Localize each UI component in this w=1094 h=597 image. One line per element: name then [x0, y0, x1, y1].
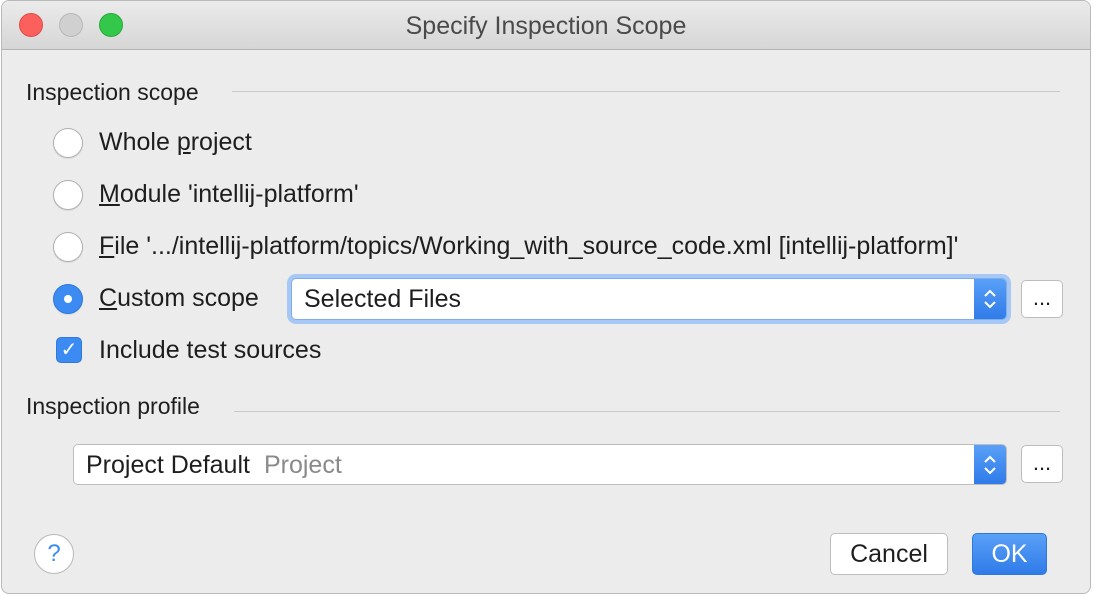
- whole-project-radio[interactable]: [53, 128, 83, 158]
- custom-scope-browse-button[interactable]: ...: [1021, 280, 1063, 318]
- file-radio[interactable]: [53, 232, 83, 262]
- whole-project-label[interactable]: Whole project: [99, 128, 252, 157]
- select-arrows-icon: [974, 279, 1006, 319]
- select-arrows-icon: [974, 445, 1006, 484]
- module-radio[interactable]: [53, 180, 83, 210]
- module-label[interactable]: Module 'intellij-platform': [99, 180, 359, 209]
- include-test-sources-label[interactable]: Include test sources: [99, 336, 321, 365]
- custom-scope-label[interactable]: Custom scope: [99, 284, 259, 313]
- inspection-scope-heading: Inspection scope: [26, 79, 199, 105]
- inspection-profile-heading: Inspection profile: [26, 393, 200, 419]
- title-bar: Specify Inspection Scope: [2, 1, 1090, 50]
- include-test-sources-checkbox[interactable]: ✓: [56, 337, 82, 363]
- inspection-profile-value: Project Default Project: [86, 451, 342, 479]
- custom-scope-value: Selected Files: [304, 285, 462, 313]
- section-divider: [234, 411, 1060, 412]
- custom-scope-radio[interactable]: [53, 284, 83, 314]
- window-title: Specify Inspection Scope: [405, 12, 687, 40]
- custom-scope-select[interactable]: Selected Files: [291, 278, 1007, 320]
- inspection-profile-select[interactable]: Project Default Project: [73, 444, 1007, 485]
- ok-button[interactable]: OK: [972, 533, 1047, 575]
- section-divider: [232, 91, 1060, 92]
- dialog-window: Specify Inspection Scope Inspection scop…: [1, 0, 1091, 594]
- help-button[interactable]: ?: [34, 534, 74, 574]
- file-label[interactable]: File '.../intellij-platform/topics/Worki…: [99, 232, 958, 261]
- inspection-profile-browse-button[interactable]: ...: [1021, 445, 1063, 483]
- cancel-button[interactable]: Cancel: [830, 533, 948, 575]
